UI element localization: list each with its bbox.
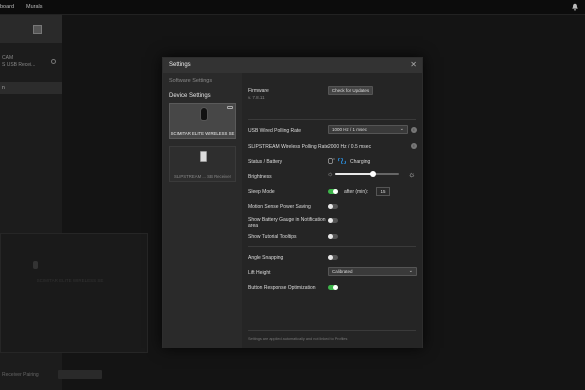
pairing-button[interactable] [58,370,102,379]
motion-sense-toggle[interactable] [328,204,338,209]
background-row-label: n [2,85,5,91]
firmware-label: Firmware [248,88,269,94]
lift-height-label: Lift Height [248,270,271,276]
dialog-title: Settings [169,62,191,68]
background-device-card: SCIMITAR ELITE WIRELESS SE [0,233,148,353]
notification-bell-icon[interactable] [571,3,579,11]
background-device-subname: S USB Recei... [2,62,36,68]
lift-height-select[interactable]: Calibrated ⌄ [328,267,417,276]
sleep-mode-label: Sleep Mode [248,189,275,195]
charging-status: Charging [350,159,371,165]
usb-polling-value: 1000 Hz / 1 msec [332,127,368,132]
info-icon[interactable]: i [411,127,417,133]
battery-icon [227,106,233,109]
divider [248,330,416,331]
brightness-low-icon: ☼ [327,171,334,178]
device-card-label: SCIMITAR ELITE WIRELESS SE [170,131,235,136]
battery-gauge-label: Show Battery Gauge in Notification area [248,217,326,229]
button-response-label: Button Response Optimization [248,285,316,291]
info-icon[interactable]: i [411,143,417,149]
receiver-icon [33,25,42,34]
usb-polling-select[interactable]: 1000 Hz / 1 msec ⌄ [328,125,408,134]
angle-snapping-label: Angle Snapping [248,255,284,261]
nav-murals[interactable]: Murals [26,4,43,10]
charging-battery-icon [338,158,346,164]
motion-sense-label: Motion Sense Power Saving [248,204,311,210]
check-updates-button[interactable]: Check for Updates [328,86,373,95]
settings-content: Firmware v. 7.8.11 Check for Updates USB… [242,73,422,348]
mouse-icon [200,107,208,121]
tutorial-tooltips-label: Show Tutorial Tooltips [248,234,297,240]
software-settings-link[interactable]: Software Settings [169,78,212,84]
brightness-slider[interactable] [335,171,399,177]
firmware-version: v. 7.8.11 [248,95,265,100]
top-navigation-bar: board Murals [0,0,585,15]
close-icon[interactable]: ✕ [410,61,417,69]
background-card-caption: SCIMITAR ELITE WIRELESS SE [36,278,104,283]
sleep-minutes-input[interactable]: 15 [376,187,390,196]
status-battery-label: Status / Battery [248,159,283,165]
settings-sidebar: Software Settings Device Settings SCIMIT… [163,73,242,348]
device-options-icon[interactable] [51,59,56,64]
divider [248,119,416,120]
receiver-pairing-label: Receiver Pairing [2,372,39,378]
slipstream-polling-label: SLIPSTREAM Wireless Polling Rate [248,144,329,150]
brightness-slider-thumb[interactable] [370,171,377,177]
brightness-label: Brightness [248,174,272,180]
device-settings-heading[interactable]: Device Settings [169,93,211,99]
background-selected-row[interactable]: n [0,82,62,94]
sleep-mode-toggle[interactable] [328,189,338,194]
divider [248,246,416,247]
battery-gauge-toggle[interactable] [328,218,338,223]
usb-polling-label: USB Wired Polling Rate [248,128,302,134]
device-card-slipstream[interactable]: SLIPSTREAM ... SB Receiver [169,146,236,182]
button-response-toggle[interactable] [328,285,338,290]
lift-height-value: Calibrated [332,269,353,274]
slipstream-polling-value: 2000 Hz / 0.5 msec [328,144,372,150]
nav-dashboard[interactable]: board [0,4,14,10]
sleep-after-label: after (min): [344,189,369,195]
device-card-scimitar[interactable]: SCIMITAR ELITE WIRELESS SE [169,103,236,139]
dialog-header: Settings ✕ [163,58,422,73]
chevron-down-icon: ⌄ [399,126,404,132]
device-thumbnail[interactable] [0,15,62,43]
settings-dialog: Settings ✕ Software Settings Device Sett… [162,57,423,348]
brightness-slider-fill [335,173,374,175]
tutorial-tooltips-toggle[interactable] [328,234,338,239]
background-device-name: CAM [2,55,14,61]
chevron-down-icon: ⌄ [408,268,413,274]
usb-receiver-icon [200,151,207,162]
mouse-status-icon [328,158,335,164]
angle-snapping-toggle[interactable] [328,255,338,260]
settings-footer-note: Settings are applied automatically and n… [248,337,348,341]
device-card-label: SLIPSTREAM ... SB Receiver [173,174,232,179]
mouse-icon [33,261,38,269]
brightness-high-icon: ☼ [408,170,416,179]
background-footer: Receiver Pairing [0,368,148,380]
